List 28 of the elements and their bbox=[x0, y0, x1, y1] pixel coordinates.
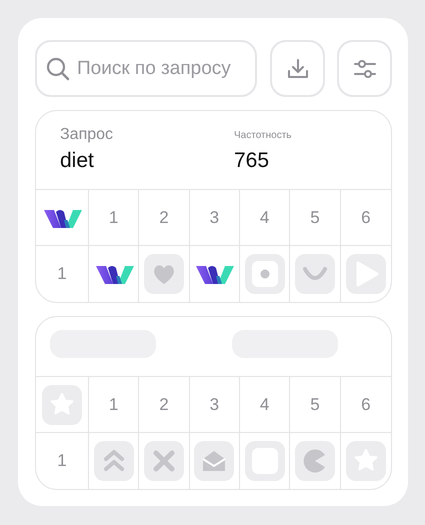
column-number: 4 bbox=[240, 377, 290, 433]
column-number: 3 bbox=[190, 190, 240, 246]
download-button[interactable] bbox=[270, 40, 325, 97]
field-value: 765 bbox=[234, 149, 270, 173]
column-number: 3 bbox=[190, 377, 240, 433]
field-label: Частотность bbox=[234, 129, 292, 143]
filter-button[interactable] bbox=[337, 40, 392, 97]
smile-icon bbox=[294, 254, 335, 294]
row-number: 1 bbox=[36, 433, 89, 489]
cross-icon bbox=[144, 441, 184, 481]
field-label: Запрос bbox=[60, 125, 114, 145]
row-number: 1 bbox=[36, 246, 89, 302]
column-number: 4 bbox=[240, 190, 290, 246]
column-number: 5 bbox=[290, 377, 341, 433]
column-number: 6 bbox=[340, 377, 391, 433]
envelope-icon bbox=[194, 441, 234, 481]
pacman-icon bbox=[294, 441, 335, 481]
search-icon bbox=[45, 56, 71, 82]
chevrons-icon bbox=[94, 441, 134, 481]
column-number: 2 bbox=[139, 190, 190, 246]
column-number: 6 bbox=[340, 190, 391, 246]
column-number: 5 bbox=[290, 190, 341, 246]
field-value: diet bbox=[60, 149, 95, 173]
play-icon bbox=[346, 254, 386, 294]
column-number: 1 bbox=[89, 377, 140, 433]
search-field[interactable]: Поиск по запросу bbox=[35, 40, 257, 97]
column-number: 1 bbox=[89, 190, 140, 246]
column-number: 2 bbox=[139, 377, 190, 433]
